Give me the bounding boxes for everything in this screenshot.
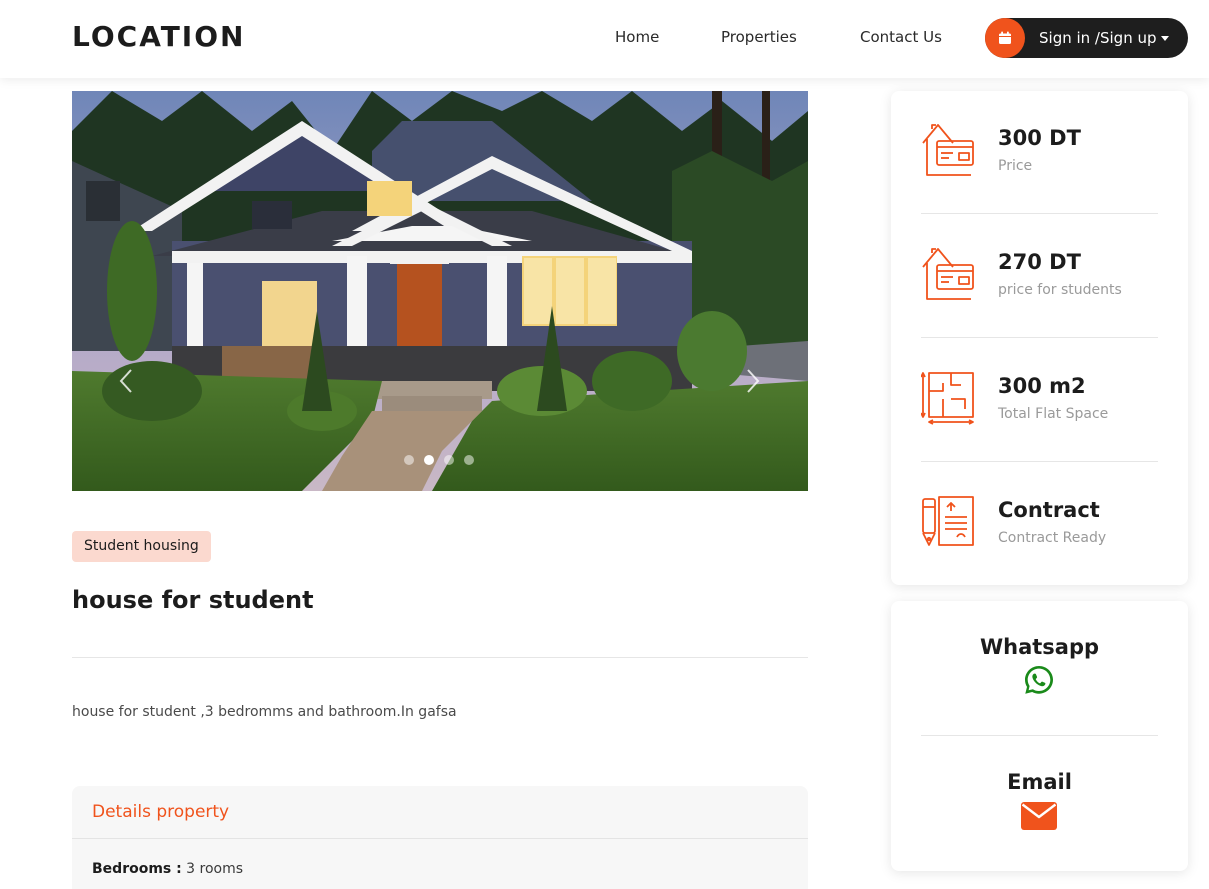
info-flat-space: 300 m2 Total Flat Space	[921, 339, 1158, 463]
house-card-icon	[922, 248, 974, 300]
contract-pen-icon	[922, 496, 974, 546]
detail-row-bedrooms: Bedrooms : 3 rooms	[92, 861, 243, 877]
details-card: Details property Bedrooms : 3 rooms	[72, 786, 808, 889]
info-value: 300 DT	[998, 126, 1081, 150]
contact-email: Email	[891, 736, 1188, 871]
envelope-icon[interactable]	[1021, 802, 1057, 830]
house-photo	[72, 91, 808, 491]
divider	[921, 461, 1158, 462]
carousel-dot[interactable]	[444, 455, 454, 465]
detail-key: Bedrooms :	[92, 861, 182, 877]
house-card-icon	[922, 124, 974, 176]
info-label: price for students	[998, 282, 1122, 298]
info-student-price: 270 DT price for students	[921, 215, 1158, 339]
property-summary-panel: 300 DT Price 270 DT price for students 3…	[891, 91, 1188, 585]
carousel-next-icon[interactable]	[742, 366, 762, 396]
calendar-icon	[985, 18, 1025, 58]
carousel-dot[interactable]	[404, 455, 414, 465]
info-contract: Contract Contract Ready	[921, 463, 1158, 587]
contact-label: Whatsapp	[979, 635, 1100, 659]
site-logo[interactable]: LOCATION	[72, 20, 245, 53]
divider	[72, 657, 808, 658]
carousel-dot[interactable]	[424, 455, 434, 465]
nav-contact-link[interactable]: Contact Us	[860, 28, 942, 46]
divider	[921, 213, 1158, 214]
category-badge: Student housing	[72, 531, 211, 562]
top-navbar: LOCATION Home Properties Contact Us Sign…	[0, 0, 1209, 78]
nav-properties-link[interactable]: Properties	[721, 28, 797, 46]
info-value: 300 m2	[998, 374, 1086, 398]
info-value: Contract	[998, 498, 1100, 522]
chevron-down-icon	[1161, 36, 1169, 41]
detail-value: 3 rooms	[181, 861, 244, 877]
signin-label: Sign in /Sign up	[1039, 29, 1157, 47]
info-label: Total Flat Space	[998, 406, 1109, 422]
details-heading: Details property	[92, 802, 230, 822]
contact-whatsapp: Whatsapp	[891, 601, 1188, 736]
info-label: Contract Ready	[998, 530, 1107, 546]
carousel-dot[interactable]	[464, 455, 474, 465]
contact-panel: Whatsapp Email	[891, 601, 1188, 871]
divider	[921, 337, 1158, 338]
info-value: 270 DT	[998, 250, 1081, 274]
carousel-prev-icon[interactable]	[117, 366, 137, 396]
property-image-carousel[interactable]	[72, 91, 808, 491]
contact-label: Email	[1007, 770, 1072, 794]
details-header[interactable]: Details property	[72, 786, 808, 839]
floor-plan-icon	[921, 372, 974, 425]
nav-home-link[interactable]: Home	[615, 28, 659, 46]
info-label: Price	[998, 158, 1033, 174]
signin-dropdown-button[interactable]: Sign in /Sign up	[985, 18, 1188, 58]
property-title: house for student	[72, 586, 314, 614]
whatsapp-icon[interactable]	[1023, 664, 1055, 696]
property-description: house for student ,3 bedromms and bathro…	[72, 704, 457, 720]
info-price: 300 DT Price	[921, 91, 1158, 215]
